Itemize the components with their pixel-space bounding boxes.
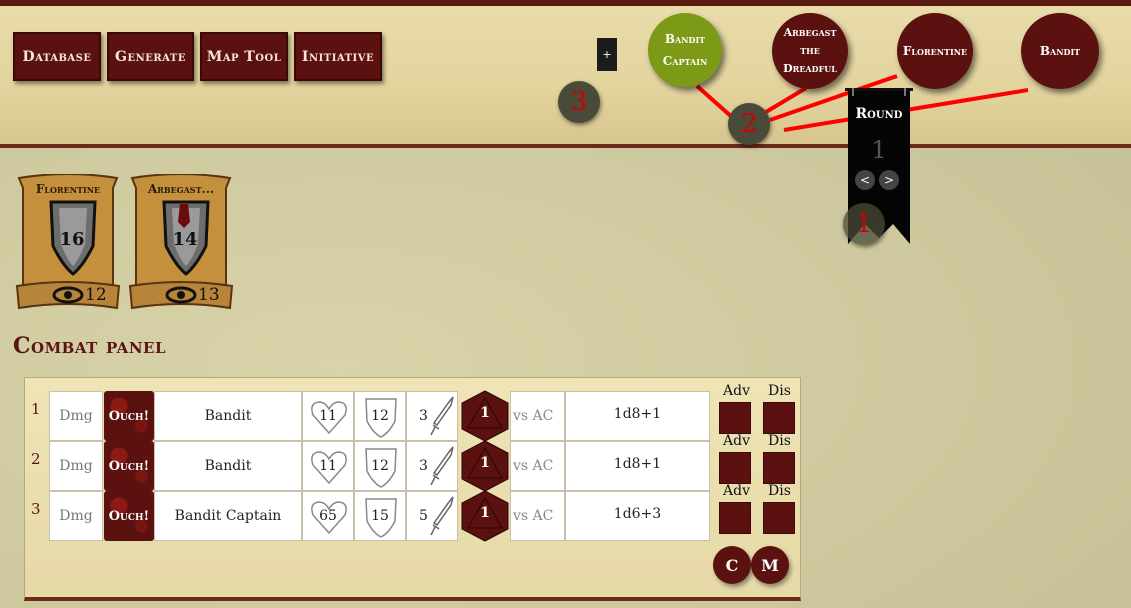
initiative-token-arbegast[interactable]: Arbegast the Dreadful — [772, 13, 848, 89]
initiative-token-florentine[interactable]: Florentine — [897, 13, 973, 89]
advantage-toggle[interactable] — [719, 502, 751, 534]
combat-panel: 1 Dmg Ouch! Bandit 11 12 3 1 vs AC 1d8+1… — [24, 377, 801, 601]
round-value: 1 — [871, 136, 887, 164]
generate-button[interactable]: Generate — [107, 32, 194, 81]
player-card-arbegast[interactable]: Arbegast... 14 13 — [126, 173, 236, 312]
disadvantage-toggle[interactable] — [763, 502, 795, 534]
disadvantage-label: Dis — [768, 383, 791, 399]
creature-name: Bandit Captain — [154, 491, 302, 541]
advantage-toggle[interactable] — [719, 402, 751, 434]
m-button[interactable]: M — [751, 546, 789, 584]
database-button[interactable]: Database — [13, 32, 101, 81]
player-name: Florentine — [35, 182, 101, 196]
attack-bonus: 5 — [406, 491, 458, 541]
damage-roll[interactable]: 1d8+1 — [565, 441, 710, 491]
armor-class: 12 — [354, 391, 406, 441]
creature-name: Bandit — [154, 391, 302, 441]
attack-bonus: 3 — [406, 391, 458, 441]
disadvantage-toggle[interactable] — [763, 402, 795, 434]
vs-ac-input[interactable]: vs AC — [510, 441, 565, 491]
marker-orb-1: 1 — [843, 203, 885, 245]
d20-roll-button[interactable]: 1 — [460, 390, 510, 442]
hit-points[interactable]: 65 — [302, 491, 354, 541]
player-name: Arbegast... — [147, 182, 215, 196]
row-number: 3 — [31, 500, 41, 518]
round-next-button[interactable]: > — [879, 170, 899, 190]
damage-input[interactable]: Dmg — [49, 491, 103, 541]
map-tool-button[interactable]: Map Tool — [200, 32, 288, 81]
ouch-button[interactable]: Ouch! — [104, 391, 154, 441]
marker-orb-2: 2 — [728, 103, 770, 145]
vs-ac-input[interactable]: vs AC — [510, 491, 565, 541]
armor-class: 15 — [354, 491, 406, 541]
sword-icon — [430, 446, 454, 486]
round-prev-button[interactable]: < — [855, 170, 875, 190]
d20-roll-button[interactable]: 1 — [460, 490, 510, 542]
armor-class: 16 — [59, 229, 85, 250]
advantage-label: Adv — [723, 383, 750, 399]
marker-orb-3: 3 — [558, 81, 600, 123]
disadvantage-label: Dis — [768, 433, 791, 449]
add-combatant-button[interactable]: + — [597, 38, 617, 71]
armor-class: 14 — [172, 229, 198, 250]
hit-points[interactable]: 11 — [302, 441, 354, 491]
advantage-toggle[interactable] — [719, 452, 751, 484]
disadvantage-label: Dis — [768, 483, 791, 499]
creature-name: Bandit — [154, 441, 302, 491]
advantage-label: Adv — [723, 433, 750, 449]
sword-icon — [430, 496, 454, 536]
d20-roll-button[interactable]: 1 — [460, 440, 510, 492]
armor-class: 12 — [354, 441, 406, 491]
ouch-button[interactable]: Ouch! — [104, 491, 154, 541]
initiative-button[interactable]: Initiative — [294, 32, 382, 81]
player-card-florentine[interactable]: Florentine 16 12 — [13, 173, 123, 312]
damage-input[interactable]: Dmg — [49, 441, 103, 491]
sword-icon — [430, 396, 454, 436]
ouch-button[interactable]: Ouch! — [104, 441, 154, 491]
passive-perception: 12 — [85, 285, 107, 305]
vs-ac-input[interactable]: vs AC — [510, 391, 565, 441]
passive-perception: 13 — [198, 285, 220, 305]
disadvantage-toggle[interactable] — [763, 452, 795, 484]
hit-points[interactable]: 11 — [302, 391, 354, 441]
damage-roll[interactable]: 1d8+1 — [565, 391, 710, 441]
c-button[interactable]: C — [713, 546, 751, 584]
initiative-token-bandit-captain[interactable]: Bandit Captain — [648, 13, 722, 87]
row-number: 1 — [31, 400, 41, 418]
combat-panel-title: Combat panel — [13, 333, 167, 359]
initiative-token-bandit[interactable]: Bandit — [1021, 13, 1099, 89]
attack-bonus: 3 — [406, 441, 458, 491]
row-number: 2 — [31, 450, 41, 468]
round-label: Round — [855, 106, 903, 122]
damage-roll[interactable]: 1d6+3 — [565, 491, 710, 541]
damage-input[interactable]: Dmg — [49, 391, 103, 441]
advantage-label: Adv — [723, 483, 750, 499]
